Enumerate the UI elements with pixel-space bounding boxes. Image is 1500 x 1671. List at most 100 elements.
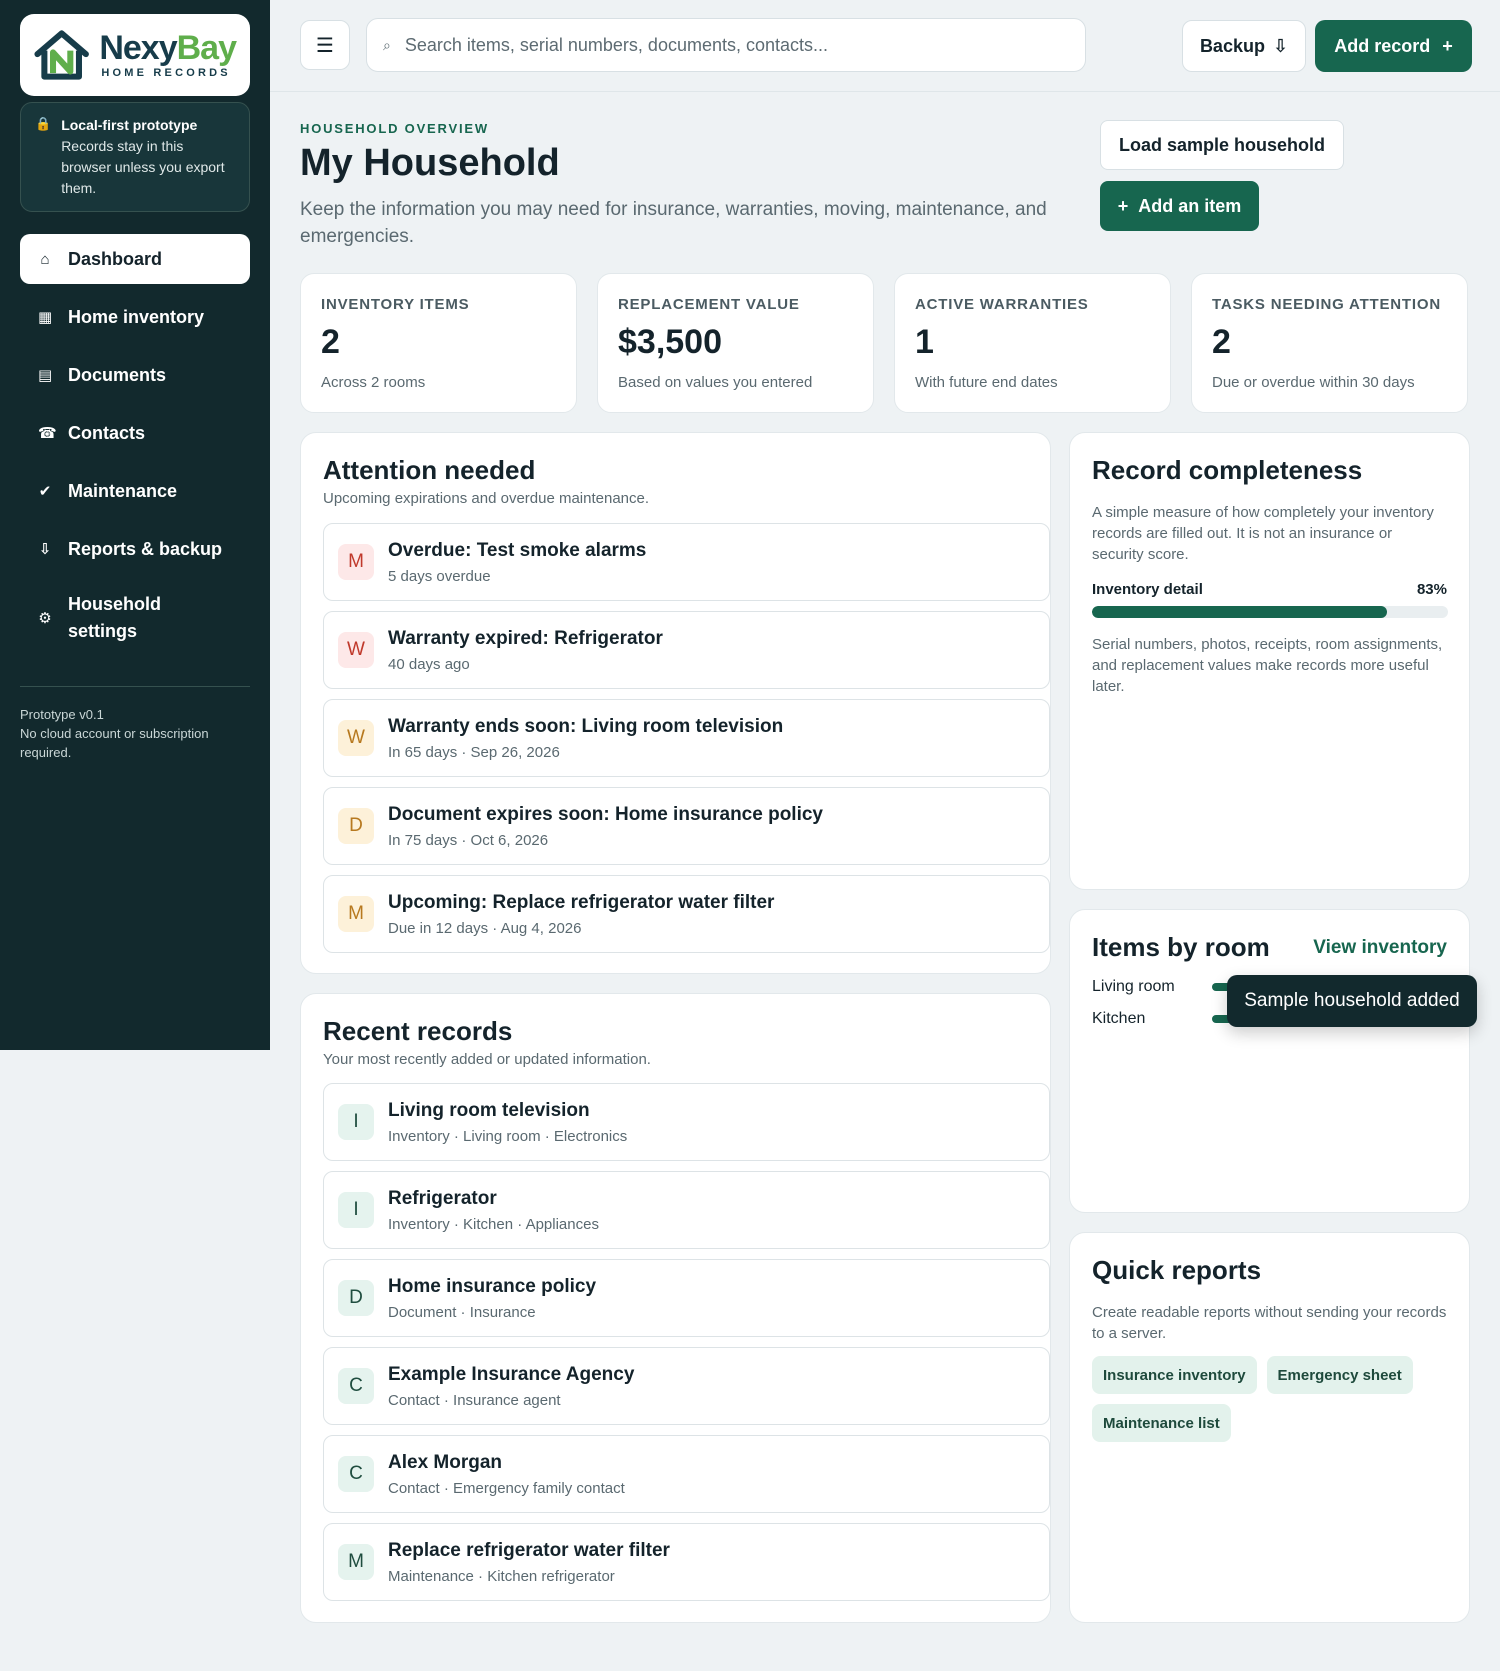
completeness-note: Serial numbers, photos, receipts, room a… xyxy=(1092,636,1443,695)
record-item[interactable]: C Example Insurance Agency Contact · Insu… xyxy=(323,1347,1050,1425)
record-title: Living room television xyxy=(388,1099,590,1121)
add-item-label: Add an item xyxy=(1138,195,1242,216)
backup-label: Backup xyxy=(1199,35,1265,56)
maintenance-badge-icon: M xyxy=(338,1544,374,1580)
record-item[interactable]: C Alex Morgan Contact · Emergency family … xyxy=(323,1435,1050,1513)
attention-item[interactable]: D Document expires soon: Home insurance … xyxy=(323,787,1050,865)
maintenance-badge-icon: M xyxy=(338,896,374,932)
report-chip-insurance-inventory[interactable]: Insurance inventory xyxy=(1092,1356,1257,1394)
sidebar-item-home-inventory[interactable]: ▦ Home inventory xyxy=(20,292,250,342)
quick-reports-panel: Quick reports Create readable reports wi… xyxy=(1069,1232,1470,1623)
panel-title: Recent records xyxy=(323,1016,513,1046)
sidebar-item-label: Household settings xyxy=(68,594,161,641)
sidebar-nav: ⌂ Dashboard ▦ Home inventory ▤ Documents… xyxy=(20,234,250,654)
warranty-badge-icon: W xyxy=(338,632,374,668)
record-sub: Document · Insurance xyxy=(388,1303,536,1321)
attention-item-title: Upcoming: Replace refrigerator water fil… xyxy=(388,891,775,913)
add-item-button[interactable]: + Add an item xyxy=(1100,181,1259,231)
stat-label: ACTIVE WARRANTIES xyxy=(915,296,1089,313)
attention-item-sub: In 65 days · Sep 26, 2026 xyxy=(388,743,560,761)
record-item[interactable]: M Replace refrigerator water filter Maint… xyxy=(323,1523,1050,1601)
download-icon: ⇩ xyxy=(1272,35,1289,56)
stat-card-active-warranties: ACTIVE WARRANTIES 1 With future end date… xyxy=(894,273,1171,413)
house-logo-icon xyxy=(34,30,89,80)
sidebar-item-dashboard[interactable]: ⌂ Dashboard xyxy=(20,234,250,284)
record-item[interactable]: I Refrigerator Inventory · Kitchen · Appl… xyxy=(323,1171,1050,1249)
attention-item-title: Document expires soon: Home insurance po… xyxy=(388,803,823,825)
backup-button[interactable]: Backup ⇩ xyxy=(1182,20,1306,72)
attention-panel: Attention needed Upcoming expirations an… xyxy=(300,432,1051,974)
attention-item-title: Overdue: Test smoke alarms xyxy=(388,539,647,561)
sidebar-item-label: Documents xyxy=(68,364,167,385)
sidebar-item-reports-backup[interactable]: ⇩ Reports & backup xyxy=(20,524,250,574)
footer-note: No cloud account or subscription require… xyxy=(20,726,209,760)
attention-item-sub: 40 days ago xyxy=(388,655,470,673)
stat-subtext: Due or overdue within 30 days xyxy=(1212,374,1415,391)
lock-icon: 🔒 xyxy=(35,116,52,131)
attention-item-sub: 5 days overdue xyxy=(388,567,491,585)
menu-button[interactable]: ☰ xyxy=(300,20,350,70)
progress-header: Inventory detail 83% xyxy=(1092,581,1447,598)
sidebar: NexyBay HOME RECORDS 🔒 Local-first proto… xyxy=(0,0,270,1050)
stat-label: REPLACEMENT VALUE xyxy=(618,296,800,313)
brand-subtitle: HOME RECORDS xyxy=(101,67,231,79)
items-by-room-panel: Items by room View inventory Living room… xyxy=(1069,909,1470,1213)
stat-label: TASKS NEEDING ATTENTION xyxy=(1212,296,1441,313)
grid-icon: ▦ xyxy=(38,309,53,326)
topbar: ☰ ⌕ Backup ⇩ Add record + xyxy=(270,0,1500,92)
contact-badge-icon: C xyxy=(338,1368,374,1404)
add-record-label: Add record xyxy=(1334,35,1431,56)
sidebar-item-label: Contacts xyxy=(68,422,146,443)
stat-subtext: Across 2 rooms xyxy=(321,374,426,391)
sidebar-divider xyxy=(20,686,250,687)
document-icon: ▤ xyxy=(38,367,53,384)
sidebar-item-documents[interactable]: ▤ Documents xyxy=(20,350,250,400)
attention-item-title: Warranty ends soon: Living room televisi… xyxy=(388,715,784,737)
recent-records-panel: Recent records Your most recently added … xyxy=(300,993,1051,1623)
view-inventory-link[interactable]: View inventory xyxy=(1313,937,1447,959)
stat-subtext: Based on values you entered xyxy=(618,374,813,391)
sidebar-item-contacts[interactable]: ☎ Contacts xyxy=(20,408,250,458)
report-chip-emergency-sheet[interactable]: Emergency sheet xyxy=(1266,1356,1413,1394)
record-sub: Contact · Emergency family contact xyxy=(388,1479,625,1497)
attention-item[interactable]: W Warranty ends soon: Living room televi… xyxy=(323,699,1050,777)
panel-title: Quick reports xyxy=(1092,1255,1262,1285)
sidebar-item-household-settings[interactable]: ⚙ Household settings xyxy=(20,582,250,654)
check-icon: ✔ xyxy=(38,483,52,500)
page-title: My Household xyxy=(300,142,560,184)
stat-label: INVENTORY ITEMS xyxy=(321,296,470,313)
load-sample-household-button[interactable]: Load sample household xyxy=(1100,120,1344,170)
stat-value: 2 xyxy=(1212,323,1231,361)
search-box[interactable]: ⌕ xyxy=(366,18,1086,72)
record-title: Home insurance policy xyxy=(388,1275,597,1297)
maintenance-badge-icon: M xyxy=(338,544,374,580)
record-item[interactable]: I Living room television Inventory · Livi… xyxy=(323,1083,1050,1161)
stat-card-tasks-attention: TASKS NEEDING ATTENTION 2 Due or overdue… xyxy=(1191,273,1468,413)
reports-description: Create readable reports without sending … xyxy=(1092,1304,1447,1342)
report-chip-maintenance-list[interactable]: Maintenance list xyxy=(1092,1404,1231,1442)
record-title: Refrigerator xyxy=(388,1187,497,1209)
section-eyebrow: HOUSEHOLD OVERVIEW xyxy=(300,121,489,136)
attention-item[interactable]: W Warranty expired: Refrigerator 40 days … xyxy=(323,611,1050,689)
stat-value: 1 xyxy=(915,323,934,361)
notice-title: Local-first prototype xyxy=(61,117,198,133)
document-badge-icon: D xyxy=(338,808,374,844)
progress-value: 83% xyxy=(1416,581,1447,598)
attention-item-title: Warranty expired: Refrigerator xyxy=(388,627,663,649)
contact-badge-icon: C xyxy=(338,1456,374,1492)
search-input[interactable] xyxy=(404,34,1069,56)
attention-item-sub: Due in 12 days · Aug 4, 2026 xyxy=(388,919,582,937)
panel-title: Record completeness xyxy=(1092,455,1363,485)
brand-name: NexyBay xyxy=(99,29,237,67)
record-item[interactable]: D Home insurance policy Document · Insura… xyxy=(323,1259,1050,1337)
attention-item[interactable]: M Upcoming: Replace refrigerator water f… xyxy=(323,875,1050,953)
brand-logo[interactable]: NexyBay HOME RECORDS xyxy=(20,14,250,96)
add-record-button[interactable]: Add record + xyxy=(1315,20,1472,72)
attention-item-sub: In 75 days · Oct 6, 2026 xyxy=(388,831,549,849)
stat-card-replacement-value: REPLACEMENT VALUE $3,500 Based on values… xyxy=(597,273,874,413)
progress-fill xyxy=(1092,606,1388,618)
sidebar-item-maintenance[interactable]: ✔ Maintenance xyxy=(20,466,250,516)
attention-item[interactable]: M Overdue: Test smoke alarms 5 days overd… xyxy=(323,523,1050,601)
gear-icon: ⚙ xyxy=(38,610,52,627)
document-badge-icon: D xyxy=(338,1280,374,1316)
